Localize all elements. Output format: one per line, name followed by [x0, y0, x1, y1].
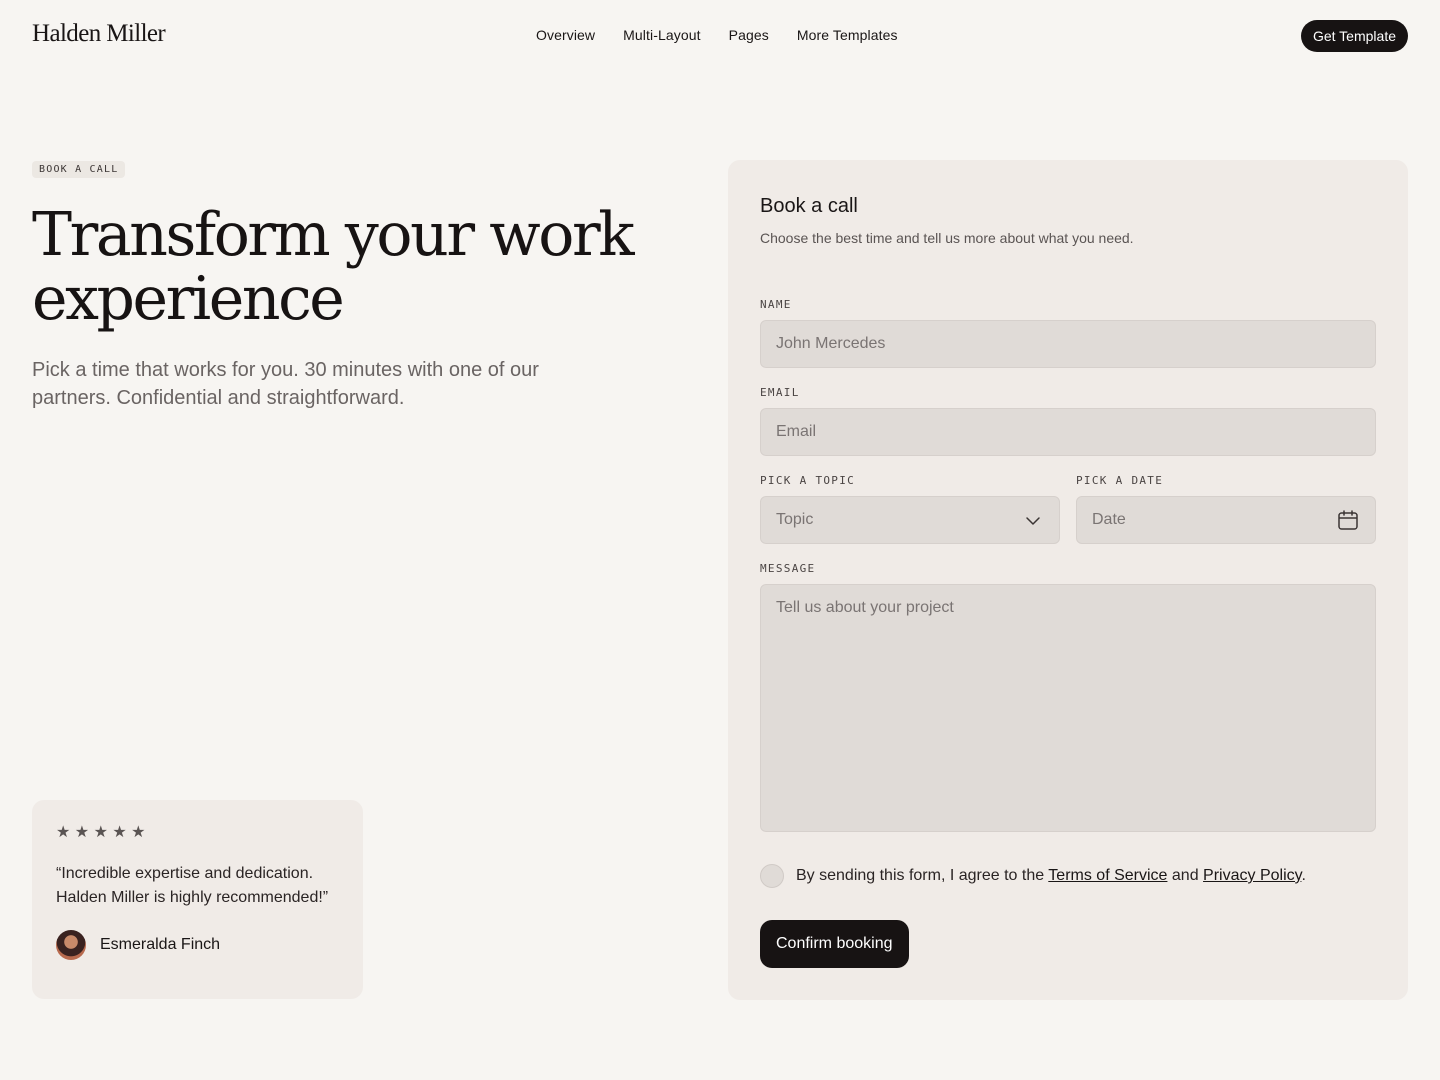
calendar-icon	[1338, 510, 1358, 530]
booking-form-card: Book a call Choose the best time and tel…	[728, 160, 1408, 1000]
date-picker-value: Date	[1092, 511, 1126, 528]
email-label: EMAIL	[760, 386, 800, 399]
message-label: MESSAGE	[760, 562, 816, 575]
hero-subtitle: Pick a time that works for you. 30 minut…	[32, 359, 539, 409]
consent-checkbox[interactable]	[760, 864, 784, 888]
name-input[interactable]	[760, 320, 1376, 368]
form-title: Book a call	[760, 195, 858, 217]
date-picker[interactable]: Date	[1076, 496, 1376, 544]
testimonial-card: ★ ★ ★ ★ ★ “Incredible expertise and dedi…	[32, 800, 363, 999]
consent-row: By sending this form, I agree to the Ter…	[760, 864, 1306, 888]
author-name: Esmeralda Finch	[100, 936, 221, 953]
topic-label: PICK A TOPIC	[760, 474, 856, 487]
email-input[interactable]	[760, 408, 1376, 456]
testimonial-author: Esmeralda Finch	[56, 930, 339, 960]
confirm-booking-button[interactable]: Confirm booking	[760, 920, 909, 968]
hero-title: Transform your work experience	[32, 200, 635, 334]
star-rating: ★ ★ ★ ★ ★	[56, 824, 146, 841]
section-badge: BOOK A CALL	[32, 161, 126, 178]
message-textarea[interactable]	[760, 584, 1376, 832]
logo[interactable]: Halden Miller	[32, 20, 166, 48]
nav-overview[interactable]: Overview	[536, 27, 595, 43]
consent-text: By sending this form, I agree to the Ter…	[796, 867, 1306, 885]
main-nav: Overview Multi-Layout Pages More Templat…	[536, 27, 898, 43]
site-header: Halden Miller Overview Multi-Layout Page…	[0, 0, 1440, 72]
get-template-button[interactable]: Get Template	[1300, 20, 1408, 52]
nav-pages[interactable]: Pages	[729, 27, 769, 43]
avatar	[56, 930, 86, 960]
nav-multi-layout[interactable]: Multi-Layout	[623, 27, 700, 43]
consent-suffix: .	[1301, 867, 1306, 884]
chevron-down-icon	[1026, 517, 1040, 525]
consent-prefix: By sending this form, I agree to the	[796, 867, 1045, 884]
consent-and: and	[1171, 867, 1199, 884]
date-label: PICK A DATE	[1076, 474, 1164, 487]
topic-select[interactable]: Topic	[760, 496, 1060, 544]
privacy-link[interactable]: Privacy Policy	[1203, 867, 1301, 884]
nav-more-templates[interactable]: More Templates	[797, 27, 898, 43]
testimonial-quote: “Incredible expertise and dedication. Ha…	[56, 865, 329, 906]
topic-select-value: Topic	[776, 511, 814, 528]
name-label: NAME	[760, 298, 792, 311]
terms-link[interactable]: Terms of Service	[1048, 867, 1167, 884]
form-subtitle: Choose the best time and tell us more ab…	[760, 230, 1134, 246]
